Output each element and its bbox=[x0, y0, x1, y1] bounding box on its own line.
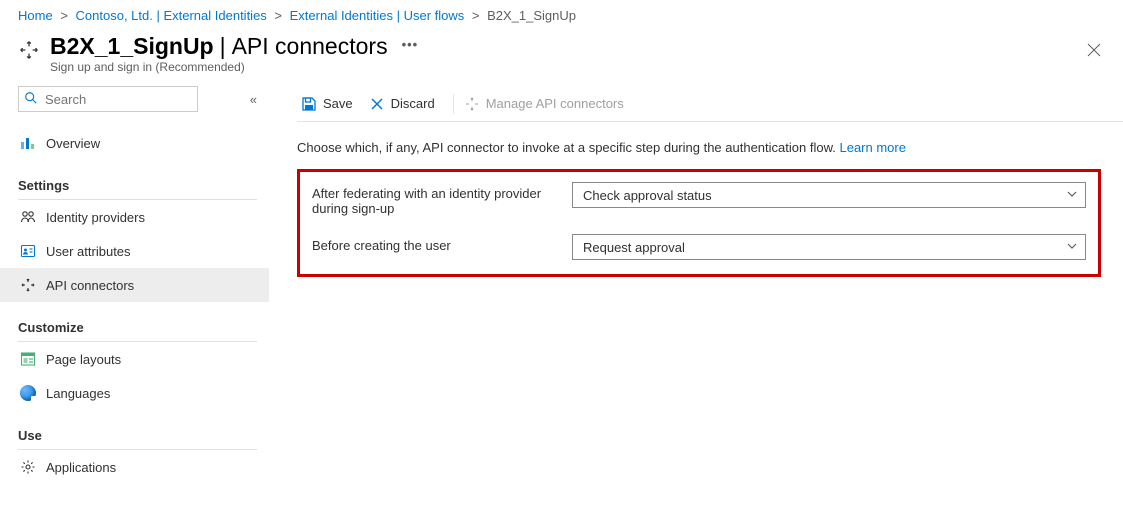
discard-icon bbox=[369, 96, 385, 112]
sidebar-item-identity-providers[interactable]: Identity providers bbox=[0, 200, 269, 234]
sidebar-search bbox=[18, 86, 198, 112]
manage-api-connectors-button: Manage API connectors bbox=[460, 86, 636, 122]
page-title: B2X_1_SignUp | API connectors ••• bbox=[50, 33, 1105, 60]
sidebar-item-applications[interactable]: Applications bbox=[0, 450, 269, 484]
breadcrumb-current: B2X_1_SignUp bbox=[487, 8, 576, 23]
identity-icon bbox=[20, 209, 36, 225]
sidebar-section-settings: Settings bbox=[18, 178, 269, 193]
intro-text: Choose which, if any, API connector to i… bbox=[297, 140, 1101, 155]
api-connectors-icon bbox=[20, 277, 36, 293]
sidebar-item-user-attributes[interactable]: User attributes bbox=[0, 234, 269, 268]
form-label: After federating with an identity provid… bbox=[312, 182, 572, 216]
toolbar: Save Discard Manage API connectors bbox=[297, 86, 1123, 122]
chevron-right-icon: > bbox=[274, 8, 282, 23]
sidebar-item-overview[interactable]: Overview bbox=[0, 126, 269, 160]
breadcrumb: Home > Contoso, Ltd. | External Identiti… bbox=[0, 0, 1123, 27]
breadcrumb-link[interactable]: Contoso, Ltd. | External Identities bbox=[76, 8, 267, 23]
close-button[interactable] bbox=[1087, 43, 1101, 60]
sidebar-item-label: User attributes bbox=[46, 244, 131, 259]
form-label: Before creating the user bbox=[312, 234, 572, 253]
sidebar-item-languages[interactable]: Languages bbox=[0, 376, 269, 410]
breadcrumb-link[interactable]: External Identities | User flows bbox=[290, 8, 465, 23]
chevron-right-icon: > bbox=[472, 8, 480, 23]
learn-more-link[interactable]: Learn more bbox=[839, 140, 905, 155]
sidebar: « Overview Settings Identity providers U… bbox=[0, 86, 269, 484]
page-header: B2X_1_SignUp | API connectors ••• Sign u… bbox=[0, 27, 1123, 86]
sidebar-item-api-connectors[interactable]: API connectors bbox=[0, 268, 269, 302]
discard-button[interactable]: Discard bbox=[365, 86, 447, 122]
globe-icon bbox=[20, 385, 36, 401]
sidebar-item-label: Languages bbox=[46, 386, 110, 401]
save-icon bbox=[301, 96, 317, 112]
sidebar-item-label: Overview bbox=[46, 136, 100, 151]
breadcrumb-link[interactable]: Home bbox=[18, 8, 53, 23]
more-button[interactable]: ••• bbox=[402, 38, 419, 51]
sidebar-item-label: API connectors bbox=[46, 278, 134, 293]
sidebar-item-label: Page layouts bbox=[46, 352, 121, 367]
select-before-creating[interactable]: Request approval bbox=[572, 234, 1086, 260]
gear-icon bbox=[20, 459, 36, 475]
select-after-federating[interactable]: Check approval status bbox=[572, 182, 1086, 208]
main-content: Save Discard Manage API connectors Choos… bbox=[269, 86, 1123, 484]
sidebar-section-use: Use bbox=[18, 428, 269, 443]
divider bbox=[453, 94, 454, 114]
user-flow-icon bbox=[18, 39, 40, 64]
sidebar-section-customize: Customize bbox=[18, 320, 269, 335]
search-icon bbox=[24, 91, 38, 105]
form-row-before-creating: Before creating the user Request approva… bbox=[312, 234, 1086, 260]
collapse-sidebar-button[interactable]: « bbox=[250, 92, 257, 107]
sidebar-item-label: Identity providers bbox=[46, 210, 145, 225]
api-connectors-icon bbox=[464, 96, 480, 112]
user-attributes-icon bbox=[20, 243, 36, 259]
sidebar-item-label: Applications bbox=[46, 460, 116, 475]
sidebar-item-page-layouts[interactable]: Page layouts bbox=[0, 342, 269, 376]
search-input[interactable] bbox=[18, 86, 198, 112]
overview-icon bbox=[20, 135, 36, 151]
page-subtitle: Sign up and sign in (Recommended) bbox=[50, 60, 1105, 74]
form-row-after-federating: After federating with an identity provid… bbox=[312, 182, 1086, 216]
form-highlighted-region: After federating with an identity provid… bbox=[297, 169, 1101, 277]
chevron-right-icon: > bbox=[60, 8, 68, 23]
page-layouts-icon bbox=[20, 351, 36, 367]
save-button[interactable]: Save bbox=[297, 86, 365, 122]
